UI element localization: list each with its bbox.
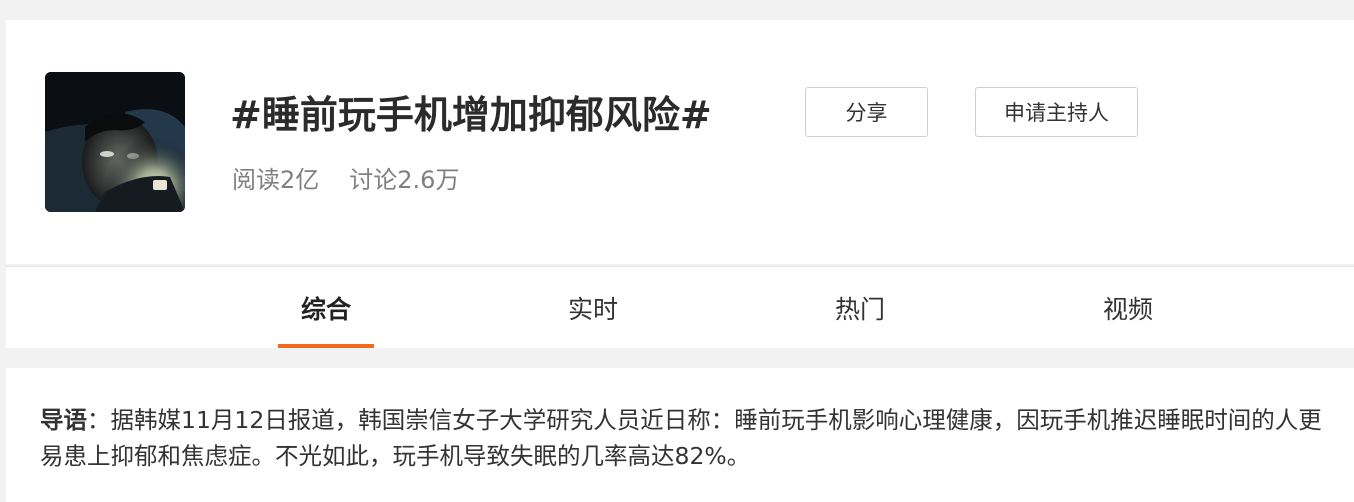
topic-stats: 阅读2亿 讨论2.6万: [232, 160, 489, 195]
tab-label: 综合: [300, 294, 351, 324]
topic-avatar-image: [45, 72, 185, 212]
share-button[interactable]: 分享: [805, 87, 928, 137]
tab-label: 实时: [567, 294, 618, 324]
topic-title: #睡前玩手机增加抑郁风险#: [230, 93, 712, 137]
tab-label: 热门: [834, 294, 885, 324]
intro-body: 据韩媒11月12日报道，韩国崇信女子大学研究人员近日称：睡前玩手机影响心理健康，…: [40, 406, 1322, 470]
tab-hot[interactable]: 热门: [812, 267, 908, 348]
discussion-count: 讨论2.6万: [349, 166, 460, 194]
tab-label: 视频: [1102, 294, 1153, 324]
active-tab-indicator: [278, 344, 374, 348]
intro-text: 导语：据韩媒11月12日报道，韩国崇信女子大学研究人员近日称：睡前玩手机影响心理…: [40, 402, 1340, 474]
read-count: 阅读2亿: [232, 166, 320, 194]
tab-video[interactable]: 视频: [1080, 267, 1176, 348]
tab-comprehensive[interactable]: 综合: [278, 267, 374, 348]
apply-host-button[interactable]: 申请主持人: [975, 87, 1138, 137]
intro-card: 导语：据韩媒11月12日报道，韩国崇信女子大学研究人员近日称：睡前玩手机影响心理…: [6, 368, 1354, 502]
intro-separator: ：: [87, 406, 111, 434]
tab-bar: 综合 实时 热门 视频: [6, 266, 1354, 348]
topic-avatar: [45, 72, 185, 212]
intro-label: 导语: [40, 406, 87, 434]
topic-header: #睡前玩手机增加抑郁风险# 阅读2亿 讨论2.6万 分享 申请主持人: [6, 20, 1354, 264]
tab-realtime[interactable]: 实时: [545, 267, 641, 348]
